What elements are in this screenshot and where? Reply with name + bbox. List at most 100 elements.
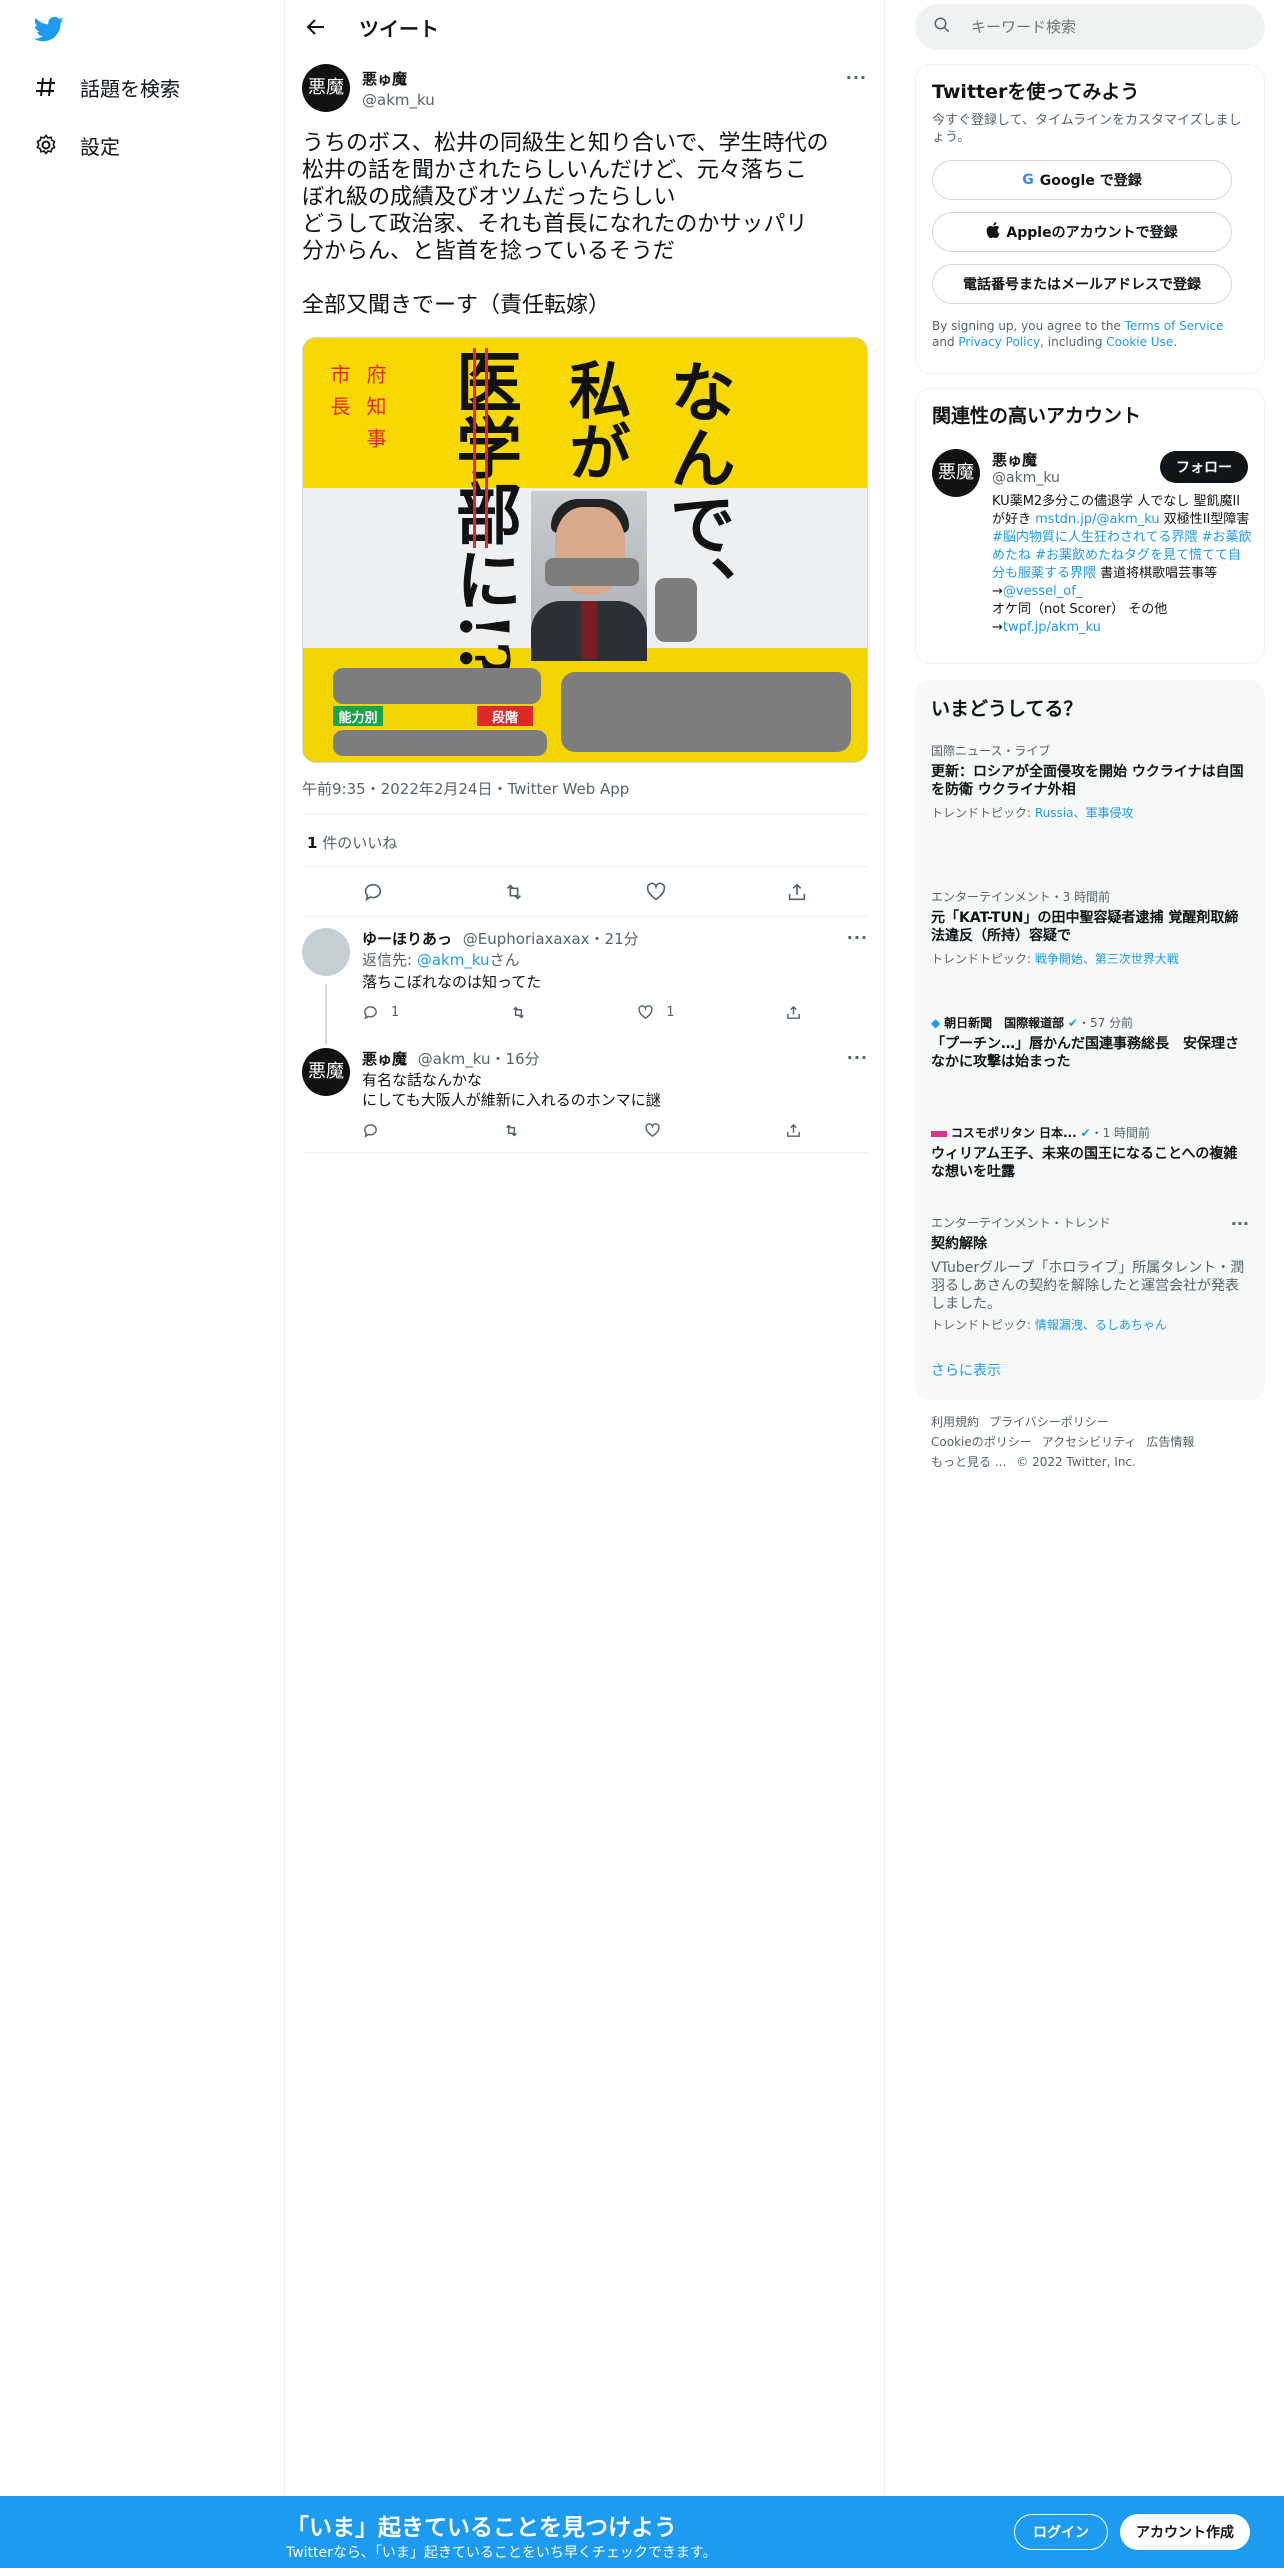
terms-period: . bbox=[1173, 335, 1178, 349]
search-input[interactable] bbox=[971, 18, 1231, 36]
trend-item[interactable]: コスモポリタン 日本... ✔・1 時間前 ウィリアム王子、未来の国王になること… bbox=[931, 1124, 1249, 1181]
more-options-icon[interactable]: ··· bbox=[847, 1048, 868, 1067]
avatar[interactable] bbox=[302, 928, 350, 976]
signup-button[interactable]: アカウント作成 bbox=[1120, 2514, 1250, 2550]
author-name[interactable]: 悪ゅ魔 bbox=[362, 68, 435, 89]
reply-to: 返信先: @akm_kuさん bbox=[362, 950, 520, 970]
reply-author-name[interactable]: ゆーほりあっ bbox=[362, 930, 452, 948]
more-options-icon[interactable]: ··· bbox=[847, 928, 868, 947]
trend-item[interactable]: エンターテインメント・3 時間前 元「KAT-TUN」の田中聖容疑者逮捕 覚醒剤… bbox=[931, 888, 1249, 967]
google-signup-button[interactable]: G Google で登録 bbox=[932, 160, 1232, 200]
retweet-icon[interactable] bbox=[510, 1004, 527, 1021]
related-name[interactable]: 悪ゅ魔 bbox=[992, 449, 1060, 470]
search-bar[interactable] bbox=[915, 4, 1265, 50]
trend-topics-prefix: トレンドトピック: bbox=[931, 806, 1035, 820]
reply-text: 落ちこぼれなのは知ってた bbox=[362, 973, 542, 991]
reply-icon[interactable] bbox=[362, 881, 384, 903]
avatar[interactable]: 悪魔 bbox=[302, 1048, 350, 1096]
bio-link[interactable]: mstdn.jp/@akm_ku bbox=[1035, 512, 1159, 527]
reply-author-handle[interactable]: @akm_ku bbox=[418, 1050, 491, 1068]
nav-settings[interactable]: 設定 bbox=[32, 125, 120, 165]
back-arrow-icon[interactable] bbox=[303, 14, 329, 40]
login-button[interactable]: ログイン bbox=[1014, 2514, 1108, 2550]
image-side-text: 市長 bbox=[327, 364, 351, 428]
reply-time[interactable]: ・16分 bbox=[491, 1050, 540, 1068]
apple-signup-button[interactable]: Appleのアカウントで登録 bbox=[932, 212, 1232, 252]
nav-explore[interactable]: 話題を検索 bbox=[32, 67, 180, 107]
related-bio: KU薬M2多分この儘退学 人でなし 聖飢魔IIが好き mstdn.jp/@akm… bbox=[992, 493, 1252, 637]
share-icon[interactable] bbox=[786, 881, 808, 903]
reply-actions: 1 1 bbox=[362, 1004, 802, 1021]
like-icon[interactable]: 1 bbox=[637, 1004, 675, 1021]
footer: 利用規約 プライバシーポリシー Cookieのポリシー アクセシビリティ 広告情報 も… bbox=[931, 1412, 1204, 1472]
like-icon[interactable] bbox=[645, 881, 667, 903]
trend-context: ◆ 朝日新聞 国際報道部 ✔・57 分前 bbox=[931, 1014, 1249, 1031]
tweet-meta[interactable]: 午前9:35・2022年2月24日・Twitter Web App bbox=[302, 778, 629, 799]
divider bbox=[302, 916, 868, 917]
hashtag-icon bbox=[32, 73, 60, 101]
retweet-icon[interactable] bbox=[503, 881, 525, 903]
trend-topics-links[interactable]: 戦争開始、第三次世界大戦 bbox=[1035, 952, 1179, 966]
cookie-link[interactable]: Cookie Use bbox=[1106, 335, 1173, 349]
signup-terms: By signing up, you agree to the Terms of… bbox=[932, 318, 1248, 350]
tweet-author[interactable]: 悪ゅ魔 @akm_ku bbox=[362, 68, 435, 109]
google-icon: G bbox=[1022, 172, 1034, 188]
privacy-link[interactable]: Privacy Policy bbox=[958, 335, 1040, 349]
reply-tweet[interactable]: ゆーほりあっ @Euphoriaxaxax・21分 ··· 返信先: @akm_… bbox=[302, 928, 868, 1036]
image-headline-2: 私が bbox=[558, 358, 631, 482]
footer-ads[interactable]: 広告情報 bbox=[1146, 1435, 1194, 1449]
related-account[interactable]: 悪ゅ魔 @akm_ku bbox=[992, 449, 1060, 486]
retweet-icon[interactable] bbox=[503, 1122, 520, 1139]
tweet-image[interactable]: なんで、 私が 医学部に!? 府知事 市長 能力別 段階 bbox=[302, 337, 868, 763]
related-handle[interactable]: @akm_ku bbox=[992, 470, 1060, 486]
reply-icon[interactable]: 1 bbox=[362, 1004, 399, 1021]
more-options-icon[interactable]: ··· bbox=[1231, 1214, 1249, 1233]
reply-author-name[interactable]: 悪ゅ魔 bbox=[362, 1050, 407, 1068]
apple-signup-label: Appleのアカウントで登録 bbox=[1006, 225, 1178, 241]
footer-terms[interactable]: 利用規約 bbox=[931, 1415, 979, 1429]
avatar[interactable]: 悪魔 bbox=[932, 449, 980, 497]
related-accounts-card: 関連性の高いアカウント 悪魔 悪ゅ魔 @akm_ku フォロー KU薬M2多分こ… bbox=[915, 388, 1265, 664]
image-tag-right: 段階 bbox=[477, 706, 533, 726]
terms-including: , including bbox=[1040, 335, 1107, 349]
trend-topics-links[interactable]: 情報漏洩、るしあちゃん bbox=[1035, 1318, 1167, 1332]
phone-email-signup-button[interactable]: 電話番号またはメールアドレスで登録 bbox=[932, 264, 1232, 304]
trend-context: 国際ニュース・ライブ bbox=[931, 744, 1051, 758]
reply-author-handle[interactable]: @Euphoriaxaxax bbox=[463, 930, 590, 948]
signup-title: Twitterを使ってみよう bbox=[932, 81, 1140, 103]
avatar[interactable]: 悪魔 bbox=[302, 64, 350, 112]
show-more-link[interactable]: さらに表示 bbox=[931, 1360, 1001, 1380]
bio-link[interactable]: @vessel_of_ bbox=[1003, 584, 1082, 599]
reply-icon[interactable] bbox=[362, 1122, 379, 1139]
twitter-logo-icon[interactable] bbox=[32, 14, 66, 44]
reply-to-handle[interactable]: @akm_ku bbox=[417, 951, 490, 969]
tweet-text: うちのボス、松井の同級生と知り合いで、学生時代の 松井の話を聞かされたらしいんだ… bbox=[302, 131, 829, 318]
image-side-text: 府知事 bbox=[363, 364, 387, 460]
footer-accessibility[interactable]: アクセシビリティ bbox=[1042, 1435, 1137, 1449]
redaction-box bbox=[655, 578, 697, 642]
footer-more[interactable]: もっと見る ... bbox=[931, 1455, 1006, 1469]
reply-text: 有名な話なんかな にしても大阪人が維新に入れるのホンマに謎 bbox=[362, 1071, 661, 1109]
likes-count[interactable]: 1 件のいいね bbox=[307, 832, 397, 853]
nav-explore-label: 話題を検索 bbox=[80, 76, 180, 101]
follow-button[interactable]: フォロー bbox=[1160, 451, 1248, 483]
reply-tweet[interactable]: 悪魔 悪ゅ魔 @akm_ku・16分 ··· 有名な話なんかな にしても大阪人が… bbox=[302, 1048, 868, 1144]
terms-link[interactable]: Terms of Service bbox=[1125, 319, 1224, 333]
more-options-icon[interactable]: ··· bbox=[846, 68, 867, 87]
related-title: 関連性の高いアカウント bbox=[932, 405, 1142, 427]
reply-time[interactable]: ・21分 bbox=[590, 930, 639, 948]
reply-header: ゆーほりあっ @Euphoriaxaxax・21分 bbox=[362, 928, 639, 949]
like-icon[interactable] bbox=[644, 1122, 661, 1139]
footer-cookie[interactable]: Cookieのポリシー bbox=[931, 1435, 1032, 1449]
share-icon[interactable] bbox=[785, 1122, 802, 1139]
asahi-bird-icon: ◆ bbox=[931, 1016, 941, 1030]
bio-link[interactable]: twpf.jp/akm_ku bbox=[1003, 620, 1101, 635]
trend-item[interactable]: ◆ 朝日新聞 国際報道部 ✔・57 分前 「プーチン…」唇かんだ国連事務総長 安… bbox=[931, 1014, 1249, 1071]
trend-topics-links[interactable]: Russia、軍事侵攻 bbox=[1035, 806, 1134, 820]
trend-item[interactable]: 国際ニュース・ライブ 更新：ロシアが全面侵攻を開始 ウクライナは自国を防衛 ウク… bbox=[931, 742, 1249, 821]
trend-context: コスモポリタン 日本... ✔・1 時間前 bbox=[931, 1124, 1249, 1141]
footer-privacy[interactable]: プライバシーポリシー bbox=[989, 1415, 1109, 1429]
author-handle[interactable]: @akm_ku bbox=[362, 91, 435, 109]
trend-item[interactable]: エンターテインメント・トレンド ··· 契約解除 VTuberグループ「ホロライ… bbox=[931, 1214, 1249, 1333]
share-icon[interactable] bbox=[785, 1004, 802, 1021]
